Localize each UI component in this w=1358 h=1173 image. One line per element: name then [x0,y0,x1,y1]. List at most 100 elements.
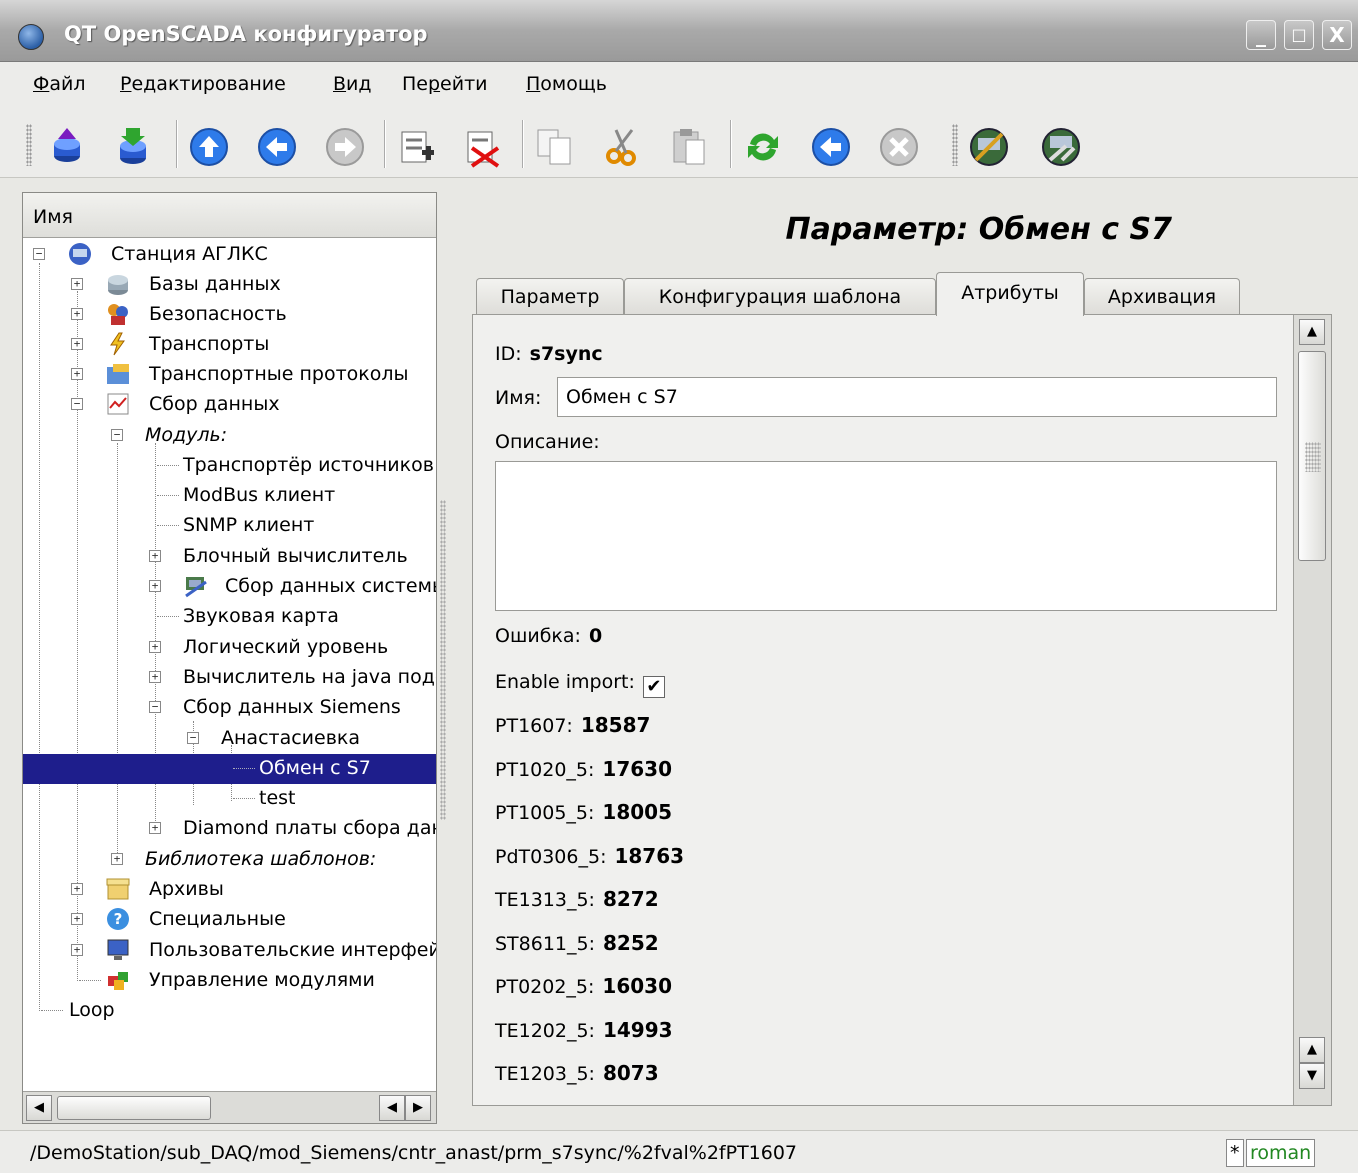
tab-archiving[interactable]: Архивация [1084,278,1240,316]
tree-item-template-library[interactable]: + Библиотека шаблонов: [23,845,436,875]
user-indicator[interactable]: roman [1246,1139,1316,1167]
tree-item-data-acquisition[interactable]: − Сбор данных [23,390,436,420]
splitter-handle[interactable] [440,500,446,820]
db-load-icon[interactable] [46,126,88,168]
tree-item-sound-card[interactable]: Звуковая карта [23,602,436,632]
collapse-icon[interactable]: − [33,248,45,260]
tree-item-transports[interactable]: + Транспорты [23,330,436,360]
tree-item-modules[interactable]: − Модуль: [23,421,436,451]
station-tools-icon[interactable] [1040,126,1082,168]
station-config-icon[interactable] [968,126,1010,168]
expand-icon[interactable]: + [149,580,161,592]
forward-icon[interactable] [324,126,366,168]
expand-icon[interactable]: + [149,641,161,653]
expand-icon[interactable]: + [71,308,83,320]
attribute-row: PT1005_5: 18005 [495,800,672,824]
tree-item-snmp[interactable]: SNMP клиент [23,511,436,541]
attributes-vertical-scrollbar[interactable]: ▲ ▲ ▼ [1293,315,1331,1105]
tree-item-block-calc[interactable]: + Блочный вычислитель [23,542,436,572]
tree-item-station[interactable]: − Станция АГЛКС [23,240,436,270]
back-icon[interactable] [256,126,298,168]
cut-icon[interactable] [602,126,644,168]
scrollbar-thumb[interactable] [1298,351,1326,561]
archive-icon [106,878,130,900]
paste-icon[interactable] [668,126,710,168]
tree-item-java-calc[interactable]: + Вычислитель на java подобном [23,663,436,693]
collapse-icon[interactable]: − [111,429,123,441]
scroll-left-icon[interactable]: ◀ [379,1095,405,1121]
enable-import-checkbox[interactable]: ✔ [642,676,665,698]
expand-icon[interactable]: + [71,913,83,925]
scroll-down-icon[interactable]: ▼ [1299,1063,1325,1089]
tree-item-logic-level[interactable]: + Логический уровень [23,633,436,663]
expand-icon[interactable]: + [149,671,161,683]
close-button[interactable]: X [1322,20,1352,50]
stop-icon[interactable] [878,126,920,168]
db-save-icon[interactable] [112,126,154,168]
tree-item-loop[interactable]: Loop [23,996,436,1026]
description-field[interactable] [495,461,1277,611]
scroll-up-icon[interactable]: ▲ [1299,1037,1325,1063]
expand-icon[interactable]: + [149,822,161,834]
tree-item-s7-exchange[interactable]: Обмен с S7 [23,754,436,784]
tree-item-diamond[interactable]: + Diamond платы сбора данных [23,814,436,844]
tree-item-transporter[interactable]: Транспортёр источников [23,451,436,481]
minimize-button[interactable]: _ [1246,20,1276,50]
tree-item-test[interactable]: test [23,784,436,814]
menu-edit[interactable]: Редактирование [120,73,286,95]
menu-file[interactable]: Файл [33,73,86,95]
tree-horizontal-scrollbar[interactable]: ◀ ◀ ▶ [23,1091,436,1123]
scroll-left-icon[interactable]: ◀ [26,1095,52,1121]
toolbar-grip[interactable] [26,124,32,166]
tree-item-transport-protocols[interactable]: + Транспортные протоколы [23,360,436,390]
tree-item-system-daq[interactable]: + Сбор данных системы [23,572,436,602]
tree-item-user-interfaces[interactable]: + Пользовательские интерфейсы [23,936,436,966]
attribute-value: 17630 [602,757,673,781]
delete-item-icon[interactable] [462,126,504,168]
menu-view[interactable]: Вид [333,73,372,95]
refresh-icon[interactable] [742,126,784,168]
window-title: QT OpenSCADA конфигуратор [64,22,428,46]
attribute-name: PdT0306_5: [495,846,607,868]
collapse-icon[interactable]: − [149,701,161,713]
expand-icon[interactable]: + [71,944,83,956]
expand-icon[interactable]: + [71,883,83,895]
tree-item-special[interactable]: + ? Специальные [23,905,436,935]
add-item-icon[interactable] [396,126,438,168]
name-field[interactable] [557,377,1277,417]
menu-help[interactable]: Помощь [526,73,607,95]
tree-item-archives[interactable]: + Архивы [23,875,436,905]
tree-item-modbus[interactable]: ModBus клиент [23,481,436,511]
error-value: 0 [588,625,603,647]
maximize-button[interactable]: □ [1284,20,1314,50]
tree-header[interactable]: Имя [23,193,436,238]
tree-item-anastasievka[interactable]: − Анастасиевка [23,724,436,754]
database-icon [108,275,128,295]
tree-item-label: Diamond платы сбора данных [183,817,436,839]
start-icon[interactable] [810,126,852,168]
expand-icon[interactable]: + [71,368,83,380]
copy-icon[interactable] [534,126,576,168]
tree-item-siemens[interactable]: − Сбор данных Siemens [23,693,436,723]
expand-icon[interactable]: + [149,550,161,562]
up-icon[interactable] [188,126,230,168]
tree-item-label: Сбор данных Siemens [183,696,401,718]
toolbar-grip[interactable] [952,124,958,166]
tab-parameter[interactable]: Параметр [476,278,624,316]
collapse-icon[interactable]: − [71,398,83,410]
tree-item-security[interactable]: + Безопасность [23,300,436,330]
collapse-icon[interactable]: − [187,732,199,744]
tab-attributes[interactable]: Атрибуты [936,272,1084,316]
menu-go[interactable]: Перейти [402,73,488,95]
tab-template-config[interactable]: Конфигурация шаблона [624,278,936,316]
expand-icon[interactable]: + [111,853,123,865]
scroll-right-icon[interactable]: ▶ [405,1095,431,1121]
scroll-up-icon[interactable]: ▲ [1299,319,1325,345]
expand-icon[interactable]: + [71,338,83,350]
thumb-grip [1305,442,1321,472]
tree-item-module-management[interactable]: Управление модулями [23,966,436,996]
scrollbar-thumb[interactable] [57,1096,211,1120]
tree-guide [157,465,179,466]
expand-icon[interactable]: + [71,278,83,290]
tree-item-databases[interactable]: + Базы данных [23,270,436,300]
